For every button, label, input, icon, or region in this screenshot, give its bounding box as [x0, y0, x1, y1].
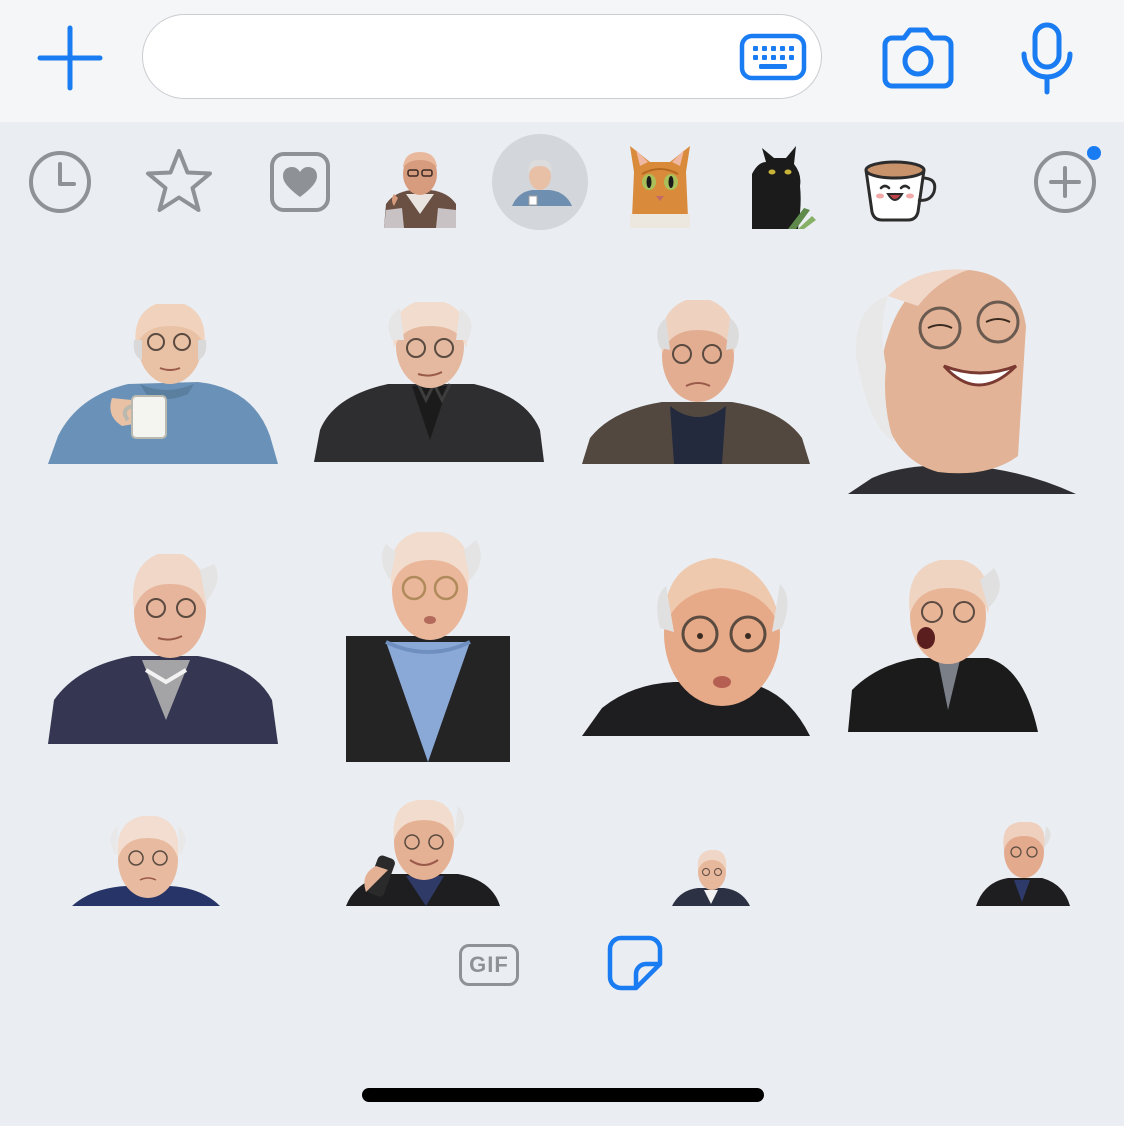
home-indicator[interactable]: [362, 1088, 764, 1102]
larry-smirk-image: [314, 302, 544, 462]
bottom-tab-bar: GIF: [0, 920, 1124, 1020]
sticker-larry-side-glance[interactable]: [48, 550, 278, 744]
larry-small-image: [672, 850, 750, 906]
plus-icon: [37, 25, 103, 91]
favorites-star-icon: [146, 149, 212, 212]
keyboard-toggle-button[interactable]: [739, 33, 807, 81]
keyboard-icon: [739, 33, 807, 81]
stickers-tab[interactable]: [606, 934, 664, 992]
add-attachment-button[interactable]: [36, 24, 104, 92]
tray-george-pack[interactable]: [372, 134, 468, 230]
larry-phone-call-image: [346, 800, 500, 906]
heart-pack-icon: [270, 152, 330, 212]
gif-tab[interactable]: GIF: [459, 944, 519, 986]
microphone-button[interactable]: [1018, 22, 1076, 96]
tray-black-cat-pack[interactable]: [732, 134, 828, 230]
larry-coffee-mug-image: [48, 304, 278, 464]
notification-dot: [1087, 146, 1101, 160]
camera-button[interactable]: [882, 24, 954, 90]
larry-blank-stare-image: [72, 816, 220, 906]
message-field[interactable]: [142, 14, 822, 99]
orange-cat-pack-thumbnail: [630, 146, 690, 228]
recent-clock-icon: [29, 151, 91, 213]
larry-pursed-lips-image: [346, 532, 510, 762]
sticker-larry-coffee-mug[interactable]: [48, 296, 278, 464]
tray-recent[interactable]: [12, 134, 108, 230]
camera-icon: [882, 27, 954, 89]
larry-stare-image: [582, 558, 810, 736]
sticker-larry-phone-call[interactable]: [346, 800, 500, 906]
sticker-larry-shocked[interactable]: [848, 560, 1038, 732]
tray-larry-pack[interactable]: [492, 134, 588, 230]
larry-frown-image: [582, 300, 810, 464]
sticker-larry-pursed-lips[interactable]: [346, 532, 510, 762]
larry-side-glance-image: [48, 554, 278, 744]
sticker-larry-blank-stare[interactable]: [72, 816, 220, 906]
tray-orange-cat-pack[interactable]: [612, 134, 708, 230]
sticker-larry-smirk[interactable]: [314, 300, 544, 462]
composer-bar: [0, 0, 1124, 122]
sticker-larry-frown[interactable]: [582, 298, 810, 464]
sticker-pack-tray: [0, 122, 1124, 246]
larry-laughing-image: [848, 269, 1076, 494]
sticker-larry-turning[interactable]: [976, 822, 1070, 906]
black-cat-pack-thumbnail: [752, 146, 816, 229]
sticker-larry-small[interactable]: [672, 850, 750, 906]
sticker-larry-laughing[interactable]: [848, 266, 1076, 494]
larry-shocked-image: [848, 560, 1038, 732]
tray-heart-pack[interactable]: [252, 134, 348, 230]
larry-turning-image: [976, 822, 1070, 906]
tray-coffee-cup-pack[interactable]: [852, 134, 948, 230]
coffee-cup-pack-thumbnail: [864, 160, 937, 222]
larry-pack-thumbnail: [512, 160, 572, 206]
sticker-icon: [607, 935, 663, 991]
george-pack-thumbnail: [384, 152, 456, 228]
sticker-larry-stare[interactable]: [582, 558, 810, 736]
tray-favorites[interactable]: [131, 134, 227, 230]
microphone-icon: [1021, 22, 1073, 95]
message-input[interactable]: [171, 35, 735, 81]
